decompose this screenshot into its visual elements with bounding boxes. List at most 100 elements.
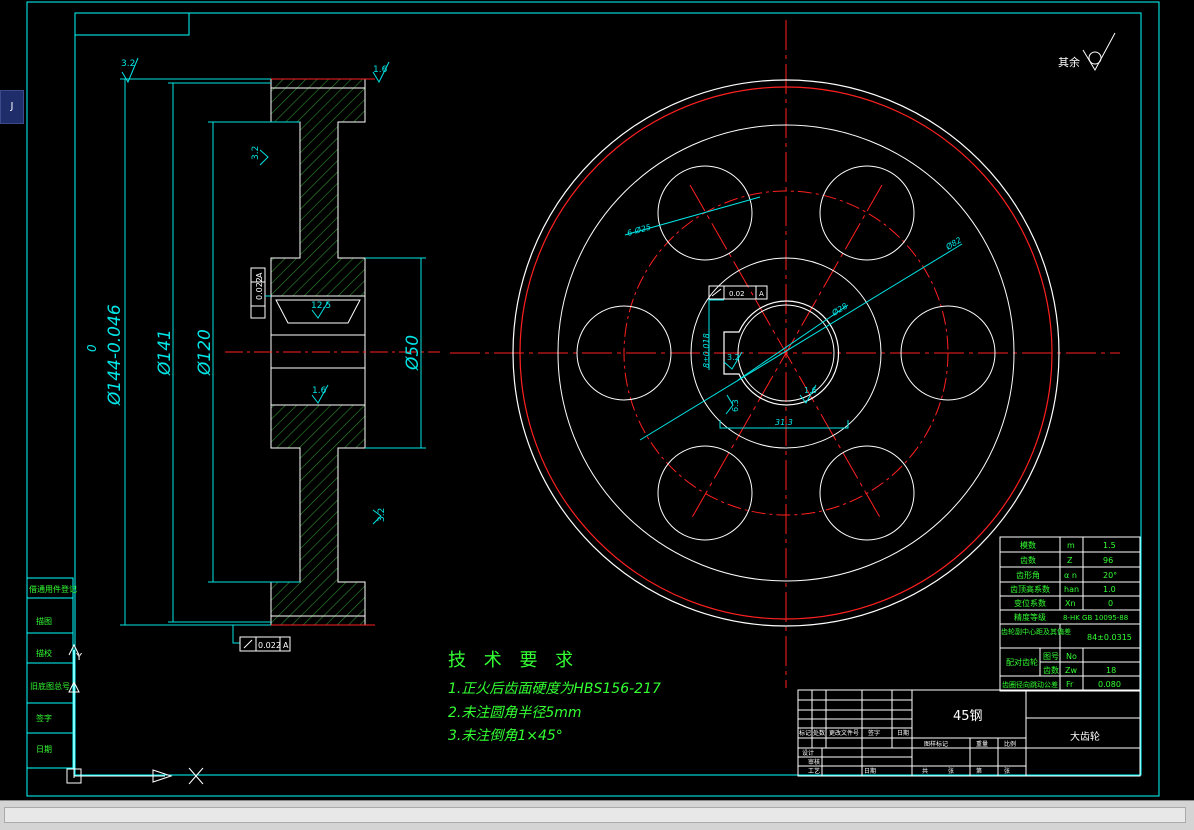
param-value-6: 8-HK GB 10095-88 — [1063, 614, 1128, 622]
param-label-5: 变位系数 — [1014, 598, 1046, 608]
dim-keyway-depth: 31.3 — [775, 418, 793, 427]
param-symbol-5: Xn — [1065, 599, 1076, 608]
gtol-frame-lower: 0.022 A — [232, 625, 291, 652]
strip-item-5: 签字 — [36, 713, 52, 723]
gtol-lower-datum: A — [283, 641, 289, 650]
front-dimensions — [624, 196, 963, 441]
crosshair-cursor-icon — [188, 767, 204, 785]
param-value-10: 0.080 — [1098, 680, 1121, 689]
param-label-3: 齿形角 — [1016, 570, 1040, 580]
strip-item-6: 日期 — [36, 745, 52, 754]
tb-sheet-3: 第 — [976, 767, 982, 775]
dim-outer-diameter-upper: 0 — [85, 344, 99, 352]
tb-header-2: 处数 — [813, 729, 825, 737]
tb-right-header-2: 重量 — [976, 740, 988, 748]
section-view[interactable]: Ø144-0.046 0 Ø141 Ø120 Ø50 3.2 1.6 3.2 1… — [85, 57, 440, 652]
tb-part-name: 大齿轮 — [1070, 730, 1100, 743]
param-symbol-2: Z — [1067, 556, 1073, 565]
tb-sheet-1: 共 — [922, 767, 928, 775]
param-symbol-9: Zw — [1065, 666, 1077, 675]
rough-top: 3.2 — [121, 59, 135, 69]
rough-keyway: 12.5 — [311, 301, 331, 311]
horizontal-scrollbar[interactable] — [4, 807, 1186, 823]
param-value-1: 1.5 — [1103, 541, 1116, 550]
param-value-2: 96 — [1103, 556, 1113, 565]
tb-header-3: 更改文件号 — [829, 729, 859, 737]
cad-drawing-canvas[interactable]: 借通用件登记 描图 描校 旧底图总号 签字 日期 Y Ø144-0.046 0 … — [0, 0, 1194, 829]
front-gtol-datum: A — [759, 290, 764, 298]
param-symbol-4: han — [1064, 585, 1079, 594]
strip-item-1: 借通用件登记 — [29, 584, 77, 594]
param-label-2: 齿数 — [1020, 555, 1036, 565]
tech-item-3: 3.未注倒角1×45° — [448, 728, 563, 744]
front-rough-bore: 1.6 — [804, 386, 817, 395]
front-gtol-value: 0.02 — [729, 290, 745, 298]
tb-header-5: 日期 — [897, 729, 909, 737]
drawing-tab-icon[interactable]: J — [0, 90, 24, 124]
status-bar — [0, 800, 1194, 830]
tech-title: 技 术 要 求 — [448, 650, 579, 671]
gtol-upper-value: 0.022 — [255, 277, 264, 300]
param-label-1: 模数 — [1020, 540, 1036, 550]
param-label-8: 图号 — [1043, 652, 1059, 661]
ucs-axis-icon: Y — [66, 643, 173, 784]
rough-bore: 1.6 — [312, 386, 327, 396]
param-value-5: 0 — [1108, 599, 1113, 608]
param-label-4: 齿顶高系数 — [1010, 584, 1050, 594]
gear-parameter-table: 模数 m 1.5 齿数 Z 96 齿形角 α n 20° 齿顶高系数 han 1… — [999, 536, 1141, 692]
svg-text:Y: Y — [75, 652, 83, 663]
dim-rim-diameter: Ø141 — [155, 329, 175, 376]
surface-note-text: 其余 — [1058, 55, 1080, 69]
top-left-stamp-box — [75, 13, 190, 36]
strip-item-2: 描图 — [36, 616, 52, 626]
gtol-frame-upper: 0.022 A — [250, 267, 271, 319]
rough-web: 3.2 — [251, 146, 261, 160]
param-label-7: 齿轮副中心距及其偏差 — [1001, 627, 1071, 636]
dim-web-diameter: Ø120 — [195, 329, 215, 376]
rough-face: 1.6 — [373, 65, 388, 75]
left-binding-strip: 借通用件登记 描图 描校 旧底图总号 签字 日期 — [26, 577, 77, 769]
dim-outer-diameter: Ø144-0.046 — [105, 304, 125, 406]
technical-requirements: 技 术 要 求 1.正火后齿面硬度为HBS156-217 2.未注圆角半径5mm… — [448, 650, 661, 744]
dim-keyway-width: 8±0.018 — [702, 333, 711, 368]
title-block: 标记 处数 更改文件号 签字 日期 设计 审核 工艺 日期 图样标记 重量 比例… — [797, 689, 1141, 777]
front-rough-keyway: 3.2 — [727, 353, 740, 362]
tb-role-3: 工艺 — [808, 767, 820, 775]
tb-header-1: 标记 — [799, 729, 811, 737]
rough-lower: 3.2 — [377, 508, 387, 522]
tb-material: 45钢 — [953, 709, 983, 724]
dim-bore-diameter: Ø50 — [403, 335, 423, 371]
tech-item-1: 1.正火后齿面硬度为HBS156-217 — [448, 681, 661, 697]
tb-right-header-3: 比例 — [1004, 740, 1016, 748]
param-symbol-8: No — [1066, 652, 1077, 661]
inner-border — [74, 12, 1142, 776]
param-label-10: 齿圈径向跳动公差 — [1002, 680, 1058, 689]
tb-right-header-1: 图样标记 — [924, 740, 948, 748]
param-symbol-10: Fr — [1066, 680, 1074, 689]
front-rough-key-side: 6.3 — [731, 399, 740, 412]
hole-1 — [819, 165, 915, 261]
tb-role-date: 日期 — [864, 767, 876, 775]
param-value-4: 1.0 — [1103, 585, 1116, 594]
param-symbol-3: α n — [1064, 571, 1077, 580]
param-value-3: 20° — [1103, 571, 1117, 580]
outer-border — [26, 1, 1160, 797]
strip-item-4: 旧底图总号 — [30, 681, 70, 691]
tb-sheet-4: 张 — [1004, 767, 1010, 775]
param-value-7: 84±0.0315 — [1087, 633, 1132, 642]
strip-item-3: 描校 — [36, 648, 52, 658]
tb-role-1: 设计 — [802, 749, 814, 757]
param-label-6: 精度等级 — [1014, 612, 1046, 622]
tb-header-4: 签字 — [868, 729, 880, 737]
drawing-frame — [26, 1, 1160, 797]
pair-gear-label: 配对齿轮 — [1006, 657, 1038, 667]
tb-role-2: 审核 — [808, 758, 820, 766]
front-gtol-frame: 0.02 A — [708, 285, 768, 300]
dim-holes: 6-Ø25 — [626, 222, 652, 238]
param-label-9: 齿数 — [1043, 665, 1059, 675]
hole-4 — [657, 445, 753, 541]
gtol-upper-datum: A — [255, 272, 264, 278]
tb-sheet-2: 张 — [948, 767, 954, 775]
surface-finish-note: 其余 — [1058, 32, 1116, 72]
tech-item-2: 2.未注圆角半径5mm — [448, 705, 582, 721]
